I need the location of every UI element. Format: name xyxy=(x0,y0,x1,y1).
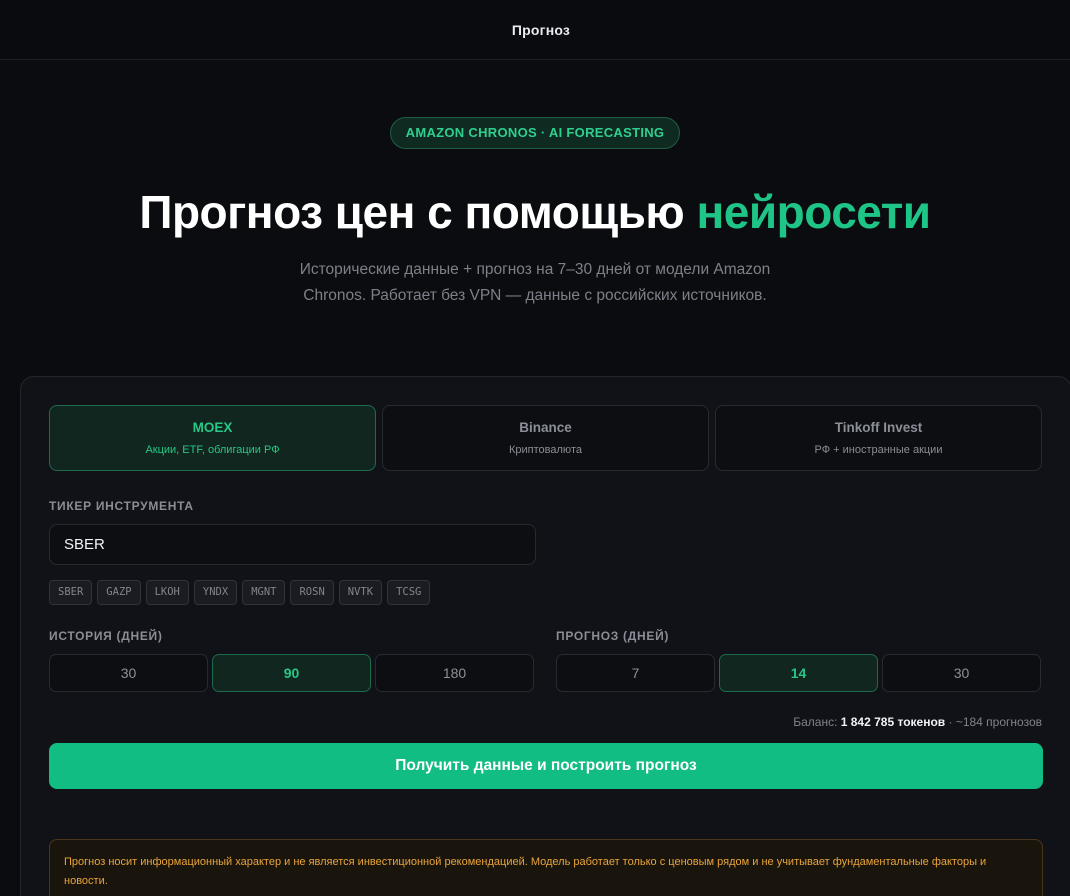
forecast-option-30[interactable]: 30 xyxy=(882,654,1041,692)
page-title: Прогноз xyxy=(511,21,571,38)
balance-prefix: Баланс: xyxy=(793,715,841,729)
ticker-chip-rosn[interactable]: ROSN xyxy=(290,580,334,605)
history-days-selector: 30 90 180 xyxy=(49,654,534,692)
ticker-quick-chips: SBER GAZP LKOH YNDX MGNT ROSN NVTK TCSG xyxy=(49,580,431,605)
balance-tokens: 1 842 785 токенов xyxy=(840,715,946,729)
build-forecast-button[interactable]: Получить данные и построить прогноз xyxy=(49,743,1043,789)
source-selector: MOEX Акции, ETF, облигации РФ Binance Кр… xyxy=(49,405,1042,471)
ticker-chip-yndx[interactable]: YNDX xyxy=(193,580,238,605)
ticker-chip-nvtk[interactable]: NVTK xyxy=(338,580,383,605)
hero-badge: AMAZON CHRONOS · AI FORECASTING xyxy=(389,117,681,149)
forecast-option-14[interactable]: 14 xyxy=(719,654,878,692)
ticker-chip-lkoh[interactable]: LKOH xyxy=(145,580,189,605)
top-bar: Прогноз xyxy=(0,0,1070,60)
forecast-option-7[interactable]: 7 xyxy=(556,654,715,692)
ticker-chip-gazp[interactable]: GAZP xyxy=(97,580,141,605)
forecast-form-panel: MOEX Акции, ETF, облигации РФ Binance Кр… xyxy=(20,376,1070,896)
source-option-binance[interactable]: Binance Криптовалюта xyxy=(382,405,709,471)
source-name: Tinkoff Invest xyxy=(834,420,923,435)
ticker-chip-tcsg[interactable]: TCSG xyxy=(387,580,431,605)
ticker-chip-mgnt[interactable]: MGNT xyxy=(242,580,286,605)
disclaimer-notice: Прогноз носит информационный характер и … xyxy=(49,839,1043,896)
hero-subtitle: Исторические данные + прогноз на 7–30 дн… xyxy=(299,261,771,304)
history-option-30[interactable]: 30 xyxy=(49,654,208,692)
forecast-label: ПРОГНОЗ (ДНЕЙ) xyxy=(556,629,670,643)
ticker-chip-sber[interactable]: SBER xyxy=(49,580,93,605)
hero-section: AMAZON CHRONOS · AI FORECASTING Прогноз … xyxy=(0,60,1070,309)
token-balance: Баланс: 1 842 785 токенов · ~184 прогноз… xyxy=(793,715,1042,729)
balance-suffix: · ~184 прогнозов xyxy=(945,715,1042,729)
hero-headline: Прогноз цен с помощью нейросети xyxy=(0,183,1070,241)
headline-main: Прогноз цен с помощью xyxy=(139,186,697,238)
source-option-moex[interactable]: MOEX Акции, ETF, облигации РФ xyxy=(49,405,376,471)
ticker-input[interactable] xyxy=(49,524,536,565)
source-option-tinkoff[interactable]: Tinkoff Invest РФ + иностранные акции xyxy=(715,405,1042,471)
source-description: РФ + иностранные акции xyxy=(814,444,943,456)
forecast-days-selector: 7 14 30 xyxy=(556,654,1041,692)
source-description: Криптовалюта xyxy=(509,444,582,456)
ticker-label: ТИКЕР ИНСТРУМЕНТА xyxy=(49,499,194,513)
headline-accent: нейросети xyxy=(696,186,931,238)
source-name: MOEX xyxy=(192,420,233,435)
history-option-180[interactable]: 180 xyxy=(375,654,534,692)
history-option-90[interactable]: 90 xyxy=(212,654,371,692)
source-name: Binance xyxy=(519,420,572,435)
source-description: Акции, ETF, облигации РФ xyxy=(145,444,280,456)
history-label: ИСТОРИЯ (ДНЕЙ) xyxy=(49,629,163,643)
